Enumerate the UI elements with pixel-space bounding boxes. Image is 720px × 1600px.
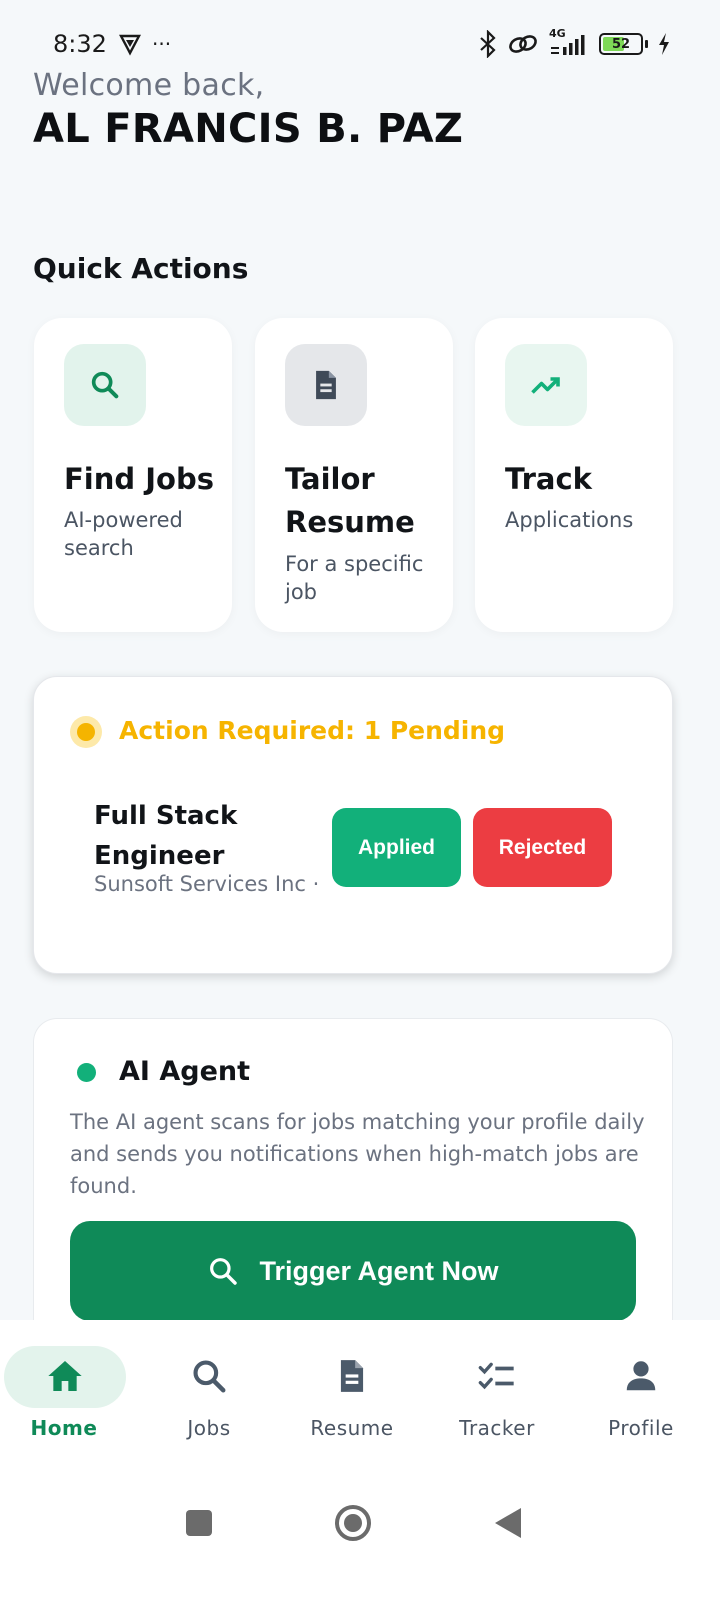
find-jobs-subtitle: AI-powered search bbox=[64, 508, 183, 560]
tailor-resume-card[interactable]: Tailor Resume For a specific job bbox=[255, 318, 453, 632]
bluetooth-icon bbox=[480, 30, 496, 58]
tailor-resume-subtitle: For a specific job bbox=[285, 552, 424, 604]
trigger-agent-button[interactable]: Trigger Agent Now bbox=[70, 1221, 636, 1321]
home-icon bbox=[45, 1356, 85, 1396]
person-icon bbox=[621, 1356, 661, 1396]
user-name: AL FRANCIS B. PAZ bbox=[33, 106, 464, 152]
quick-actions-title: Quick Actions bbox=[33, 252, 249, 285]
search-icon bbox=[64, 344, 146, 426]
document-icon bbox=[332, 1356, 372, 1396]
link-icon bbox=[509, 35, 537, 53]
charging-icon bbox=[659, 33, 669, 55]
back-icon[interactable] bbox=[493, 1506, 523, 1540]
document-icon bbox=[285, 344, 367, 426]
nav-resume[interactable]: Resume bbox=[280, 1320, 424, 1460]
nav-profile[interactable]: Profile bbox=[569, 1320, 713, 1460]
battery-level: 52 bbox=[611, 36, 631, 52]
nav-home[interactable]: Home bbox=[0, 1320, 144, 1460]
track-applications-card[interactable]: Track Applications bbox=[475, 318, 673, 632]
system-nav-bar bbox=[0, 1460, 720, 1600]
find-jobs-card[interactable]: Find Jobs AI-powered search bbox=[34, 318, 232, 632]
search-icon bbox=[210, 1258, 238, 1285]
recent-apps-icon[interactable] bbox=[184, 1508, 214, 1538]
agent-status-icon bbox=[77, 1063, 96, 1082]
action-required-label: Action Required: 1 Pending bbox=[119, 716, 506, 745]
nav-resume-label: Resume bbox=[310, 1416, 394, 1440]
signal-icon: 4G bbox=[549, 27, 589, 57]
nav-tracker[interactable]: Tracker bbox=[425, 1320, 569, 1460]
vpn-shield-icon bbox=[119, 34, 141, 56]
battery-icon: 52 bbox=[599, 33, 643, 55]
rejected-button[interactable]: Rejected bbox=[473, 808, 612, 887]
find-jobs-title: Find Jobs bbox=[64, 462, 214, 496]
job-title[interactable]: Full Stack Engineer bbox=[94, 796, 334, 876]
checklist-icon bbox=[477, 1356, 517, 1396]
nav-profile-label: Profile bbox=[608, 1416, 674, 1440]
applied-button[interactable]: Applied bbox=[332, 808, 461, 887]
bottom-nav: Home Jobs Resume Tracker Profile bbox=[0, 1320, 720, 1460]
track-title: Track bbox=[505, 462, 592, 496]
tailor-resume-title: Tailor Resume bbox=[285, 462, 415, 539]
status-time: 8:32 bbox=[53, 30, 107, 58]
nav-jobs-label: Jobs bbox=[187, 1416, 231, 1440]
nav-tracker-label: Tracker bbox=[459, 1416, 535, 1440]
track-subtitle: Applications bbox=[505, 508, 634, 532]
welcome-text: Welcome back, bbox=[33, 68, 265, 103]
home-button-icon[interactable] bbox=[333, 1503, 373, 1543]
job-company: Sunsoft Services Inc · bbox=[94, 872, 320, 896]
nav-home-label: Home bbox=[30, 1416, 98, 1440]
more-notifications-icon: ··· bbox=[152, 32, 172, 56]
ai-agent-description: The AI agent scans for jobs matching you… bbox=[70, 1110, 645, 1198]
trending-up-icon bbox=[505, 344, 587, 426]
nav-jobs[interactable]: Jobs bbox=[137, 1320, 281, 1460]
search-icon bbox=[189, 1356, 229, 1396]
ai-agent-title: AI Agent bbox=[119, 1056, 251, 1087]
trigger-agent-label: Trigger Agent Now bbox=[259, 1255, 499, 1286]
